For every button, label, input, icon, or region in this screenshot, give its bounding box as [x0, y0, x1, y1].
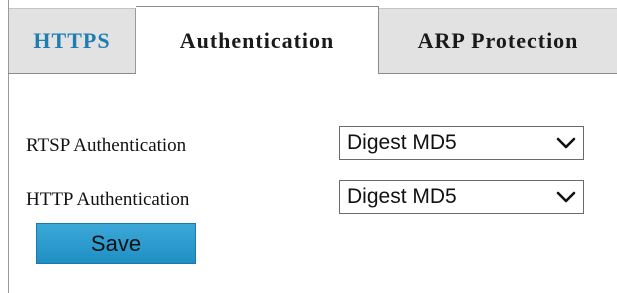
http-authentication-label: HTTP Authentication: [26, 189, 190, 210]
tab-authentication-label: Authentication: [179, 27, 335, 53]
authentication-panel: HTTPS Authentication ARP Protection RTSP…: [0, 0, 617, 293]
tab-arp-protection[interactable]: ARP Protection: [379, 8, 617, 73]
rtsp-authentication-value: Digest MD5: [347, 131, 457, 154]
http-authentication-select[interactable]: Digest MD5: [339, 180, 584, 214]
http-authentication-row: HTTP Authentication Digest MD5: [26, 180, 586, 216]
save-button-label: Save: [90, 230, 142, 256]
save-button[interactable]: Save: [36, 223, 196, 264]
chevron-down-icon: [556, 137, 576, 149]
tab-https-label: HTTPS: [33, 28, 111, 53]
rtsp-authentication-row: RTSP Authentication Digest MD5: [26, 126, 586, 162]
rtsp-authentication-label: RTSP Authentication: [26, 135, 187, 156]
http-authentication-value: Digest MD5: [347, 185, 457, 208]
rtsp-authentication-select[interactable]: Digest MD5: [339, 126, 584, 160]
tab-arp-protection-label: ARP Protection: [417, 28, 579, 53]
tab-authentication[interactable]: Authentication: [136, 6, 379, 74]
tab-https[interactable]: HTTPS: [9, 8, 136, 73]
chevron-down-icon: [556, 191, 576, 203]
